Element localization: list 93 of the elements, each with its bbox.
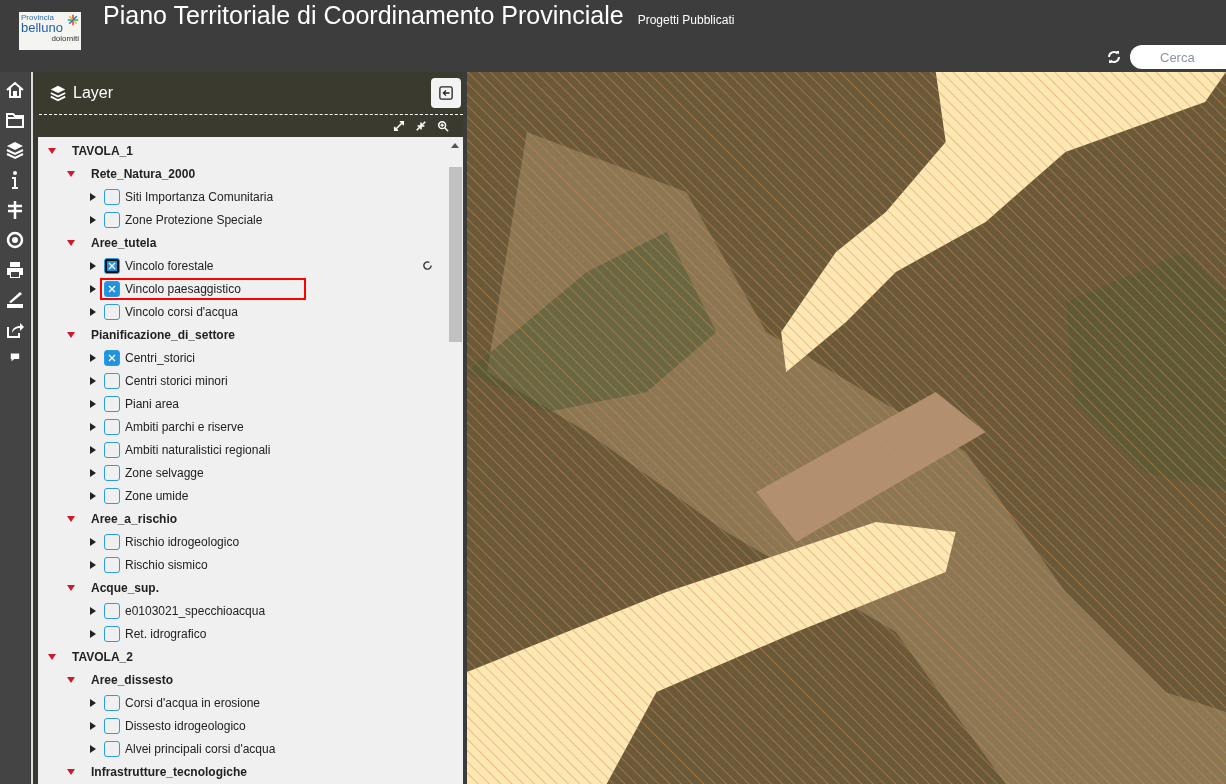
aerial-map-drawing[interactable] [467,72,1226,784]
expand-arrow-icon[interactable] [90,560,96,569]
layer-item[interactable]: Ret. idrografico [100,622,306,645]
search-field[interactable]: Cerca [1130,45,1226,69]
checkbox[interactable] [104,372,120,389]
expand-arrow-icon[interactable] [90,376,96,385]
checkbox[interactable] [104,717,120,734]
layer-item[interactable]: Dissesto idrogeologico [100,714,306,737]
group-label[interactable]: Aree_a_rischio [91,511,178,526]
x-mark-icon [107,283,117,294]
layer-item[interactable]: Centri_storici [100,346,306,369]
checkbox[interactable] [104,441,120,458]
folder-icon[interactable] [5,110,25,130]
checkbox[interactable] [104,464,120,481]
checkbox[interactable] [104,602,120,619]
checkbox[interactable] [104,280,120,297]
expand-arrow-icon[interactable] [90,698,96,707]
highlighted-layer-item[interactable]: Vincolo paesaggistico [100,277,306,300]
logo-text: belluno [21,22,63,34]
expand-arrow-icon[interactable] [90,261,96,270]
expand-arrow-icon[interactable] [90,284,96,293]
app-subtitle: Progetti Pubblicati [637,13,735,27]
checkbox[interactable] [104,395,120,412]
expand-arrow-icon[interactable] [90,353,96,362]
layer-item[interactable]: Zone selvagge [100,461,306,484]
zoom-icon[interactable] [437,120,449,132]
checkbox[interactable] [104,694,120,711]
group-label[interactable]: Rete_Natura_2000 [91,166,196,181]
layers-icon [49,84,67,102]
refresh-icon[interactable] [1106,49,1122,65]
expand-arrow-icon[interactable] [90,307,96,316]
layer-item[interactable]: Alvei principali corsi d'acqua [100,737,306,760]
expand-arrow-icon[interactable] [90,721,96,730]
checkbox[interactable] [104,303,120,320]
layer-item[interactable]: e0103021_specchioacqua [100,599,306,622]
app-title: Piano Territoriale di Coordinamento Provinciale [103,1,624,30]
x-mark-icon [107,352,117,363]
expand-arrow-icon[interactable] [90,422,96,431]
layer-item[interactable]: Vincolo corsi d'acqua [100,300,306,323]
group-label[interactable]: Aree_tutela [91,235,157,250]
layer-item[interactable]: Zone Protezione Speciale [100,208,306,231]
checkbox[interactable] [104,487,120,504]
expand-arrow-icon[interactable] [90,491,96,500]
layer-item[interactable]: Corsi d'acqua in erosione [100,691,306,714]
expand-arrow-icon[interactable] [90,537,96,546]
signpost-icon[interactable] [5,200,25,220]
checkbox[interactable] [104,211,120,228]
expand-arrow-icon[interactable] [90,399,96,408]
collapse-icon[interactable] [415,120,427,132]
layer-item[interactable]: Rischio idrogeologico [100,530,306,553]
logo-text: Provincia [21,13,54,22]
checkbox[interactable] [104,188,120,205]
expand-arrow-icon[interactable] [90,744,96,753]
expand-arrow-icon[interactable] [90,445,96,454]
group-label[interactable]: Pianificazione_di_settore [91,327,236,342]
expand-arrow-icon[interactable] [90,215,96,224]
expand-arrow-icon[interactable] [90,468,96,477]
arrow-left-icon [439,86,453,100]
checkbox[interactable] [104,257,120,274]
checkbox[interactable] [104,625,120,642]
logo-text: dolomiti [51,34,79,43]
layer-item[interactable]: Zone umide [100,484,306,507]
layer-item[interactable]: Ambiti parchi e riserve [100,415,306,438]
group-label[interactable]: Infrastrutture_tecnologiche [91,764,248,779]
star-icon [67,14,79,26]
layer-item[interactable]: Vincolo forestale [100,254,306,277]
expand-arrow-icon[interactable] [90,606,96,615]
group-label[interactable]: TAVOLA_2 [72,649,133,664]
ruler-icon[interactable] [5,290,25,310]
layer-item[interactable]: Ambiti naturalistici regionali [100,438,306,461]
expand-arrow-icon[interactable] [90,192,96,201]
x-mark-icon [107,260,117,271]
group-label[interactable]: Acque_sup. [91,580,159,595]
checkbox[interactable] [104,740,120,757]
expand-icon[interactable] [393,120,405,132]
checkbox[interactable] [104,349,120,366]
checkbox[interactable] [104,533,120,550]
group-label[interactable]: TAVOLA_1 [72,143,133,158]
panel-title: Layer [73,84,115,102]
layers-icon[interactable] [5,140,25,160]
expand-arrow-icon[interactable] [90,629,96,638]
layer-item[interactable]: Siti Importanza Comunitaria [100,185,306,208]
group-label[interactable]: Aree_dissesto [91,672,174,687]
layer-item[interactable]: Centri storici minori [100,369,306,392]
print-icon[interactable] [5,260,25,280]
checkbox[interactable] [104,418,120,435]
collapse-panel-button[interactable] [431,78,461,108]
layer-item[interactable]: Rischio sismico [100,553,306,576]
checkbox[interactable] [104,556,120,573]
layer-item[interactable]: Piani area [100,392,306,415]
share-icon[interactable] [5,320,25,340]
target-icon[interactable] [5,230,25,250]
home-icon[interactable] [5,80,25,100]
